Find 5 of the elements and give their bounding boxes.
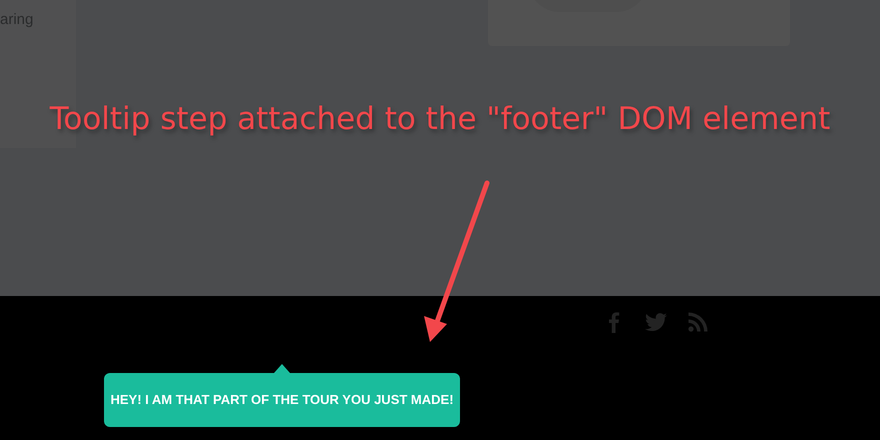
rss-icon[interactable] <box>686 310 710 334</box>
tooltip-pointer <box>274 364 290 373</box>
annotation-text: Tooltip step attached to the "footer" DOM element <box>50 100 830 139</box>
tooltip: HEY! I AM THAT PART OF THE TOUR YOU JUST MADE! <box>104 373 460 427</box>
twitter-icon[interactable] <box>644 310 668 334</box>
